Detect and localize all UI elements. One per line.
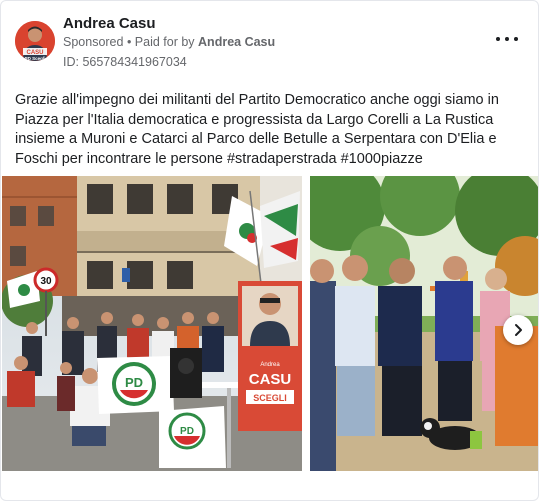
poster-name: CASU [249, 371, 292, 388]
avatar-sublabel: PD Scegli [25, 56, 46, 61]
pd-banner-logo: PD [125, 375, 143, 390]
carousel-next-button[interactable] [503, 315, 533, 345]
sponsored-label: Sponsored [63, 35, 124, 49]
carousel-image-1[interactable]: 30 PD PD Andrea CASU SCEGLI [2, 176, 302, 471]
avatar-image: CASU PD Scegli [15, 21, 55, 61]
advertiser-name[interactable]: Andrea Casu [63, 15, 156, 32]
paid-for-prefix: • Paid for by [123, 35, 199, 49]
pd-banner-logo-small: PD [180, 426, 194, 437]
chevron-right-icon [515, 324, 522, 336]
speed-sign-label: 30 [40, 276, 52, 287]
carousel-image-2[interactable] [310, 176, 538, 471]
sponsored-line: Sponsored • Paid for by Andrea Casu [63, 35, 275, 49]
post-text: Grazie all'impegno dei militanti del Par… [15, 92, 499, 167]
poster-sub: SCEGLI [253, 393, 287, 403]
ad-id: ID: 565784341967034 [63, 55, 187, 69]
poster-first-name: Andrea [260, 362, 280, 368]
photo-gazebo-group: 30 PD PD Andrea CASU SCEGLI [2, 176, 302, 471]
ad-header: CASU PD Scegli Andrea Casu Sponsored • P… [1, 1, 538, 81]
avatar[interactable]: CASU PD Scegli [15, 21, 55, 61]
ad-card: CASU PD Scegli Andrea Casu Sponsored • P… [0, 0, 539, 501]
more-options-icon[interactable] [496, 31, 518, 47]
image-carousel[interactable]: 30 PD PD Andrea CASU SCEGLI [1, 176, 538, 474]
paid-for-name: Andrea Casu [198, 35, 276, 49]
